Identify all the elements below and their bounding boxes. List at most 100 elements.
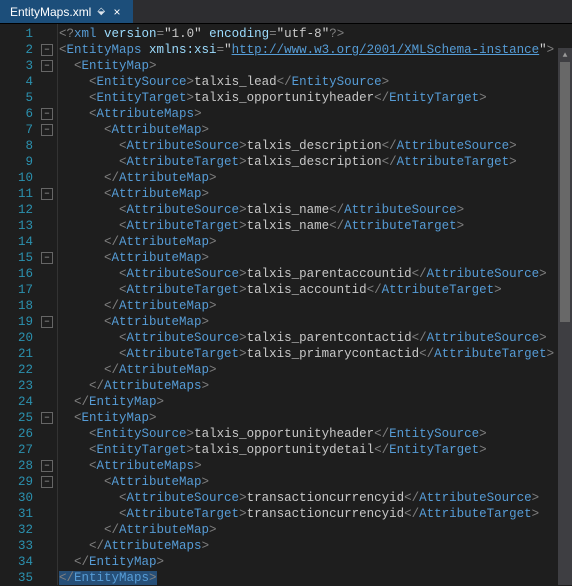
line-number: 32: [11, 522, 39, 538]
fold-toggle-icon[interactable]: −: [41, 188, 53, 200]
fold-toggle-icon[interactable]: −: [41, 476, 53, 488]
gutter-row: 20: [0, 330, 57, 346]
line-number: 17: [11, 282, 39, 298]
line-number: 5: [11, 90, 39, 106]
gutter-row: 26: [0, 426, 57, 442]
vertical-scroll-thumb[interactable]: [560, 62, 570, 322]
gutter-row: 3−: [0, 58, 57, 74]
gutter-row: 5: [0, 90, 57, 106]
line-number: 27: [11, 442, 39, 458]
code-line[interactable]: <AttributeSource>talxis_parentaccountid<…: [59, 266, 572, 282]
line-number: 22: [11, 362, 39, 378]
code-line[interactable]: <EntityMaps xmlns:xsi="http://www.w3.org…: [59, 42, 572, 58]
gutter-row: 29−: [0, 474, 57, 490]
code-line[interactable]: <EntityTarget>talxis_opportunitydetail</…: [59, 442, 572, 458]
code-line[interactable]: </AttributeMap>: [59, 362, 572, 378]
code-content[interactable]: <?xml version="1.0" encoding="utf-8"?><E…: [58, 24, 572, 585]
line-number: 2: [11, 42, 39, 58]
code-line[interactable]: <EntityMap>: [59, 58, 572, 74]
line-number: 26: [11, 426, 39, 442]
gutter-row: 6−: [0, 106, 57, 122]
close-icon[interactable]: ×: [111, 6, 123, 18]
fold-toggle-icon[interactable]: −: [41, 108, 53, 120]
code-line[interactable]: <EntityTarget>talxis_opportunityheader</…: [59, 90, 572, 106]
gutter-row: 14: [0, 234, 57, 250]
code-line[interactable]: <EntitySource>talxis_lead</EntitySource>: [59, 74, 572, 90]
fold-toggle-icon[interactable]: −: [41, 252, 53, 264]
gutter-row: 16: [0, 266, 57, 282]
gutter-row: 27: [0, 442, 57, 458]
code-line[interactable]: </EntityMap>: [59, 394, 572, 410]
code-line[interactable]: <AttributeMap>: [59, 122, 572, 138]
code-line[interactable]: <AttributeSource>talxis_description</Att…: [59, 138, 572, 154]
fold-toggle-icon[interactable]: −: [41, 316, 53, 328]
code-line[interactable]: <AttributeSource>talxis_parentcontactid<…: [59, 330, 572, 346]
gutter-row: 12: [0, 202, 57, 218]
gutter-row: 31: [0, 506, 57, 522]
line-number: 8: [11, 138, 39, 154]
scrollbar-corner: [558, 571, 572, 585]
gutter-row: 2−: [0, 42, 57, 58]
gutter-row: 18: [0, 298, 57, 314]
code-line[interactable]: <AttributeTarget>talxis_primarycontactid…: [59, 346, 572, 362]
code-line[interactable]: </AttributeMap>: [59, 298, 572, 314]
line-number: 18: [11, 298, 39, 314]
line-number: 33: [11, 538, 39, 554]
line-number: 20: [11, 330, 39, 346]
code-line[interactable]: </AttributeMaps>: [59, 538, 572, 554]
code-line[interactable]: </AttributeMap>: [59, 170, 572, 186]
line-number: 6: [11, 106, 39, 122]
fold-toggle-icon[interactable]: −: [41, 44, 53, 56]
line-number: 13: [11, 218, 39, 234]
gutter-row: 22: [0, 362, 57, 378]
code-line[interactable]: </AttributeMap>: [59, 234, 572, 250]
gutter-row: 1: [0, 26, 57, 42]
line-number: 23: [11, 378, 39, 394]
gutter-row: 11−: [0, 186, 57, 202]
fold-toggle-icon[interactable]: −: [41, 412, 53, 424]
code-line[interactable]: </AttributeMap>: [59, 522, 572, 538]
code-line[interactable]: </AttributeMaps>: [59, 378, 572, 394]
gutter-row: 10: [0, 170, 57, 186]
code-line[interactable]: </EntityMap>: [59, 554, 572, 570]
line-number: 1: [11, 26, 39, 42]
gutter-row: 28−: [0, 458, 57, 474]
code-line[interactable]: </EntityMaps>: [59, 570, 572, 585]
line-number: 29: [11, 474, 39, 490]
gutter-row: 24: [0, 394, 57, 410]
code-line[interactable]: <?xml version="1.0" encoding="utf-8"?>: [59, 26, 572, 42]
line-number: 31: [11, 506, 39, 522]
line-number: 12: [11, 202, 39, 218]
file-tab[interactable]: EntityMaps.xml ⬙ ×: [0, 0, 133, 23]
line-number: 21: [11, 346, 39, 362]
code-line[interactable]: <AttributeSource>talxis_name</AttributeS…: [59, 202, 572, 218]
line-number: 10: [11, 170, 39, 186]
code-line[interactable]: <AttributeMap>: [59, 474, 572, 490]
code-line[interactable]: <EntitySource>talxis_opportunityheader</…: [59, 426, 572, 442]
gutter-row: 23: [0, 378, 57, 394]
code-line[interactable]: <AttributeSource>transactioncurrencyid</…: [59, 490, 572, 506]
code-line[interactable]: <AttributeMap>: [59, 186, 572, 202]
code-line[interactable]: <AttributeMap>: [59, 250, 572, 266]
code-line[interactable]: <AttributeMaps>: [59, 458, 572, 474]
vertical-scrollbar[interactable]: ▲ ▼: [558, 48, 572, 585]
code-line[interactable]: <AttributeMaps>: [59, 106, 572, 122]
fold-toggle-icon[interactable]: −: [41, 460, 53, 472]
code-line[interactable]: <AttributeTarget>talxis_name</AttributeT…: [59, 218, 572, 234]
code-editor[interactable]: 12−3−456−7−891011−12131415−16171819−2021…: [0, 24, 572, 585]
pin-icon[interactable]: ⬙: [97, 6, 105, 17]
line-number: 3: [11, 58, 39, 74]
line-number: 19: [11, 314, 39, 330]
code-line[interactable]: <AttributeMap>: [59, 314, 572, 330]
code-line[interactable]: <EntityMap>: [59, 410, 572, 426]
gutter-row: 4: [0, 74, 57, 90]
fold-toggle-icon[interactable]: −: [41, 60, 53, 72]
code-line[interactable]: <AttributeTarget>talxis_description</Att…: [59, 154, 572, 170]
line-number: 4: [11, 74, 39, 90]
fold-toggle-icon[interactable]: −: [41, 124, 53, 136]
scroll-up-icon[interactable]: ▲: [558, 48, 572, 62]
code-line[interactable]: <AttributeTarget>talxis_accountid</Attri…: [59, 282, 572, 298]
gutter-row: 33: [0, 538, 57, 554]
code-line[interactable]: <AttributeTarget>transactioncurrencyid</…: [59, 506, 572, 522]
line-number: 15: [11, 250, 39, 266]
